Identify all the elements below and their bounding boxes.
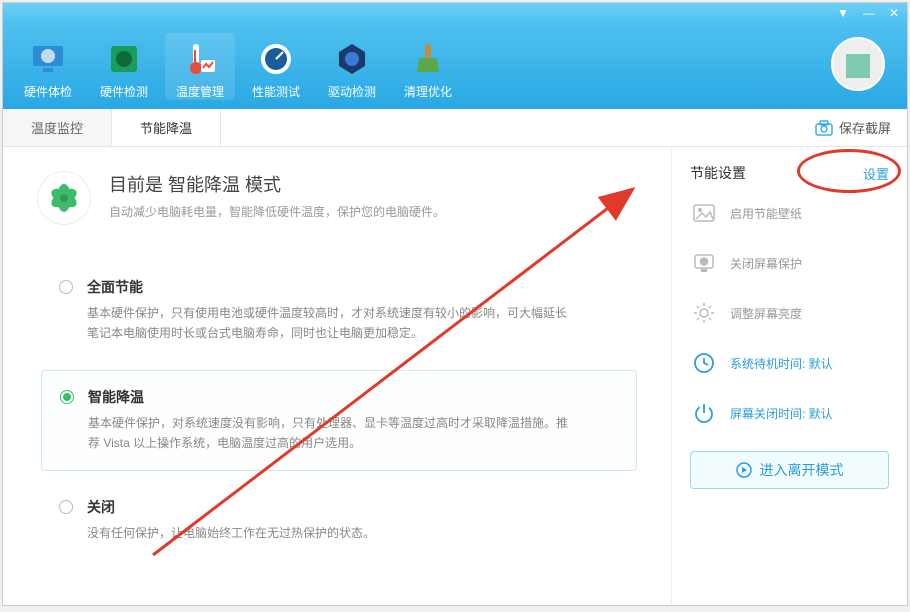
chip-icon (104, 39, 144, 79)
gear-hex-icon (332, 39, 372, 79)
option-off[interactable]: 关闭 没有任何保护，让电脑始终工作在无过热保护的状态。 (41, 481, 637, 559)
camera-icon (815, 120, 833, 136)
nav-label: 硬件检测 (100, 83, 148, 100)
tab-temp-monitor[interactable]: 温度监控 (3, 109, 112, 146)
nav-label: 清理优化 (404, 83, 452, 100)
nav-label: 性能测试 (252, 83, 300, 100)
main-panel: 目前是 智能降温 模式 自动减少电脑耗电量，智能降低硬件温度，保护您的电脑硬件。… (3, 147, 671, 605)
side-brightness[interactable]: 调整屏幕亮度 (690, 301, 889, 325)
side-label: 系统待机时间: 默认 (730, 355, 833, 372)
nav-driver[interactable]: 驱动检测 (317, 33, 387, 100)
nav-cleanup[interactable]: 清理优化 (393, 33, 463, 100)
nav-performance[interactable]: 性能测试 (241, 33, 311, 100)
shield-monitor-icon (690, 251, 718, 275)
radio-icon (60, 390, 74, 404)
brush-icon (408, 39, 448, 79)
option-desc: 没有任何保护，让电脑始终工作在无过热保护的状态。 (87, 523, 375, 543)
option-title: 全面节能 (87, 277, 567, 297)
side-label: 屏幕关闭时间: 默认 (730, 405, 833, 422)
away-mode-button[interactable]: 进入离开模式 (690, 451, 889, 489)
minimize-button[interactable]: — (863, 6, 875, 20)
save-screenshot-label: 保存截屏 (839, 118, 891, 137)
nav-temperature[interactable]: 温度管理 (165, 33, 235, 100)
avatar[interactable] (831, 37, 885, 91)
side-label: 调整屏幕亮度 (730, 305, 802, 322)
side-label: 关闭屏幕保护 (730, 255, 802, 272)
nav-hardware-detect[interactable]: 硬件检测 (89, 33, 159, 100)
option-full-saving[interactable]: 全面节能 基本硬件保护，只有使用电池或硬件温度较高时，才对系统速度有较小的影响，… (41, 261, 637, 360)
clock-icon (690, 351, 718, 375)
power-icon (690, 401, 718, 425)
side-wallpaper[interactable]: 启用节能壁纸 (690, 201, 889, 225)
nav-label: 温度管理 (176, 83, 224, 100)
monitor-icon (28, 39, 68, 79)
brightness-icon (690, 301, 718, 325)
fan-icon (37, 171, 91, 225)
settings-link[interactable]: 设置 (863, 164, 889, 183)
app-window: ▼ — ✕ 硬件体检 硬件检测 温度管理 (2, 2, 908, 606)
tabs: 温度监控 节能降温 (3, 109, 221, 146)
radio-icon (59, 500, 73, 514)
away-btn-label: 进入离开模式 (760, 460, 844, 480)
pin-button[interactable]: ▼ (837, 6, 849, 20)
content-body: 目前是 智能降温 模式 自动减少电脑耗电量，智能降低硬件温度，保护您的电脑硬件。… (3, 147, 907, 605)
option-smart-cooling[interactable]: 智能降温 基本硬件保护，对系统速度没有影响，只有处理器、显卡等温度过高时才采取降… (41, 370, 637, 471)
side-label: 启用节能壁纸 (730, 205, 802, 222)
option-desc: 基本硬件保护，对系统速度没有影响，只有处理器、显卡等温度过高时才采取降温措施。推… (88, 413, 568, 454)
options-list: 全面节能 基本硬件保护，只有使用电池或硬件温度较高时，才对系统速度有较小的影响，… (41, 261, 637, 559)
nav-label: 硬件体检 (24, 83, 72, 100)
main-nav: 硬件体检 硬件检测 温度管理 性能测试 (13, 33, 463, 100)
close-button[interactable]: ✕ (889, 6, 899, 20)
mode-header: 目前是 智能降温 模式 自动减少电脑耗电量，智能降低硬件温度，保护您的电脑硬件。 (37, 171, 637, 225)
titlebar: ▼ — ✕ (3, 3, 907, 23)
subheader: 温度监控 节能降温 保存截屏 (3, 109, 907, 147)
mode-desc: 自动减少电脑耗电量，智能降低硬件温度，保护您的电脑硬件。 (109, 203, 445, 220)
tab-energy-cooling[interactable]: 节能降温 (112, 109, 221, 146)
thermometer-icon (180, 39, 220, 79)
sidebar-head: 节能设置 设置 (690, 163, 889, 183)
option-title: 智能降温 (88, 387, 568, 407)
nav-hardware-check[interactable]: 硬件体检 (13, 33, 83, 100)
nav-label: 驱动检测 (328, 83, 376, 100)
radio-icon (59, 280, 73, 294)
option-desc: 基本硬件保护，只有使用电池或硬件温度较高时，才对系统速度有较小的影响，可大幅延长… (87, 303, 567, 344)
save-screenshot-button[interactable]: 保存截屏 (799, 109, 907, 146)
header: 硬件体检 硬件检测 温度管理 性能测试 (3, 23, 907, 109)
option-title: 关闭 (87, 497, 375, 517)
sidebar: 节能设置 设置 启用节能壁纸 关闭屏幕保护 调整屏幕亮度 系统待机时间: 默认 (671, 147, 907, 605)
enter-icon (736, 462, 752, 478)
side-standby[interactable]: 系统待机时间: 默认 (690, 351, 889, 375)
gauge-icon (256, 39, 296, 79)
image-icon (690, 201, 718, 225)
side-screensaver[interactable]: 关闭屏幕保护 (690, 251, 889, 275)
side-screen-off[interactable]: 屏幕关闭时间: 默认 (690, 401, 889, 425)
sidebar-title: 节能设置 (690, 163, 746, 183)
mode-title: 目前是 智能降温 模式 (109, 171, 445, 197)
